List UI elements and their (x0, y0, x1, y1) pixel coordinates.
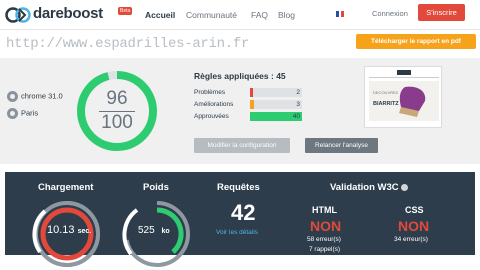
svg-text:DECOUVREZ: DECOUVREZ (373, 90, 399, 95)
score-max: 100 (101, 112, 133, 133)
metrics-panel: Chargement Poids Requêtes Validation W3C… (5, 172, 475, 267)
rule-improvements: Améliorations 3 (194, 100, 302, 110)
modify-config-button[interactable]: Modifier la configuration (194, 138, 290, 153)
location-label: Paris (21, 108, 39, 118)
location-icon (7, 108, 18, 119)
info-icon[interactable] (400, 183, 408, 191)
dareboost-logo[interactable]: dareboost Beta (5, 3, 135, 27)
browser-info: chrome 31.0 (7, 91, 63, 102)
rule-bar: 2 (250, 88, 302, 97)
rule-count: 40 (292, 113, 300, 120)
weight-unit: ko (161, 228, 170, 235)
analyzed-url: http://www.espadrilles-arin.fr (6, 36, 250, 52)
w3c-title-text: Validation W3C (330, 182, 399, 193)
top-header: dareboost Beta Accueil Communauté FAQ Bl… (0, 0, 480, 30)
html-errors[interactable]: 58 erreur(s) (307, 236, 341, 243)
rule-problems: Problèmes 2 (194, 88, 302, 98)
location-info: Paris (7, 108, 38, 119)
html-label: HTML (312, 205, 337, 215)
thumbnail-image: DECOUVREZ BIARRITZ (365, 67, 441, 127)
chrome-icon (7, 91, 18, 102)
connexion-link[interactable]: Connexion (372, 9, 408, 18)
rule-bar: 40 (250, 112, 302, 121)
browser-label: chrome 31.0 (21, 91, 63, 101)
loading-value: 10.13 sec. (47, 224, 91, 236)
download-pdf-button[interactable]: Télécharger le rapport en pdf (356, 34, 476, 49)
rule-bar-fill (250, 88, 253, 97)
nav-communaute[interactable]: Communauté (186, 10, 237, 20)
loading-unit: sec. (77, 228, 92, 235)
nav-accueil[interactable]: Accueil (145, 10, 175, 20)
thumbnail-caption: BIARRITZ (373, 101, 399, 107)
html-warnings[interactable]: 7 rappel(s) (309, 246, 340, 253)
html-status: NON (310, 218, 342, 234)
view-details-link[interactable]: Voir les détails (216, 229, 258, 236)
rule-label: Approuvées (194, 113, 229, 120)
site-thumbnail[interactable]: DECOUVREZ BIARRITZ (364, 66, 442, 128)
weight-number: 525 (138, 225, 155, 236)
rule-label: Problèmes (194, 89, 226, 96)
loading-title: Chargement (38, 182, 94, 193)
relaunch-analysis-button[interactable]: Relancer l'analyse (305, 138, 378, 153)
logo-text: dareboost (33, 5, 103, 22)
rule-bar-fill (250, 100, 254, 109)
rule-count: 2 (296, 89, 300, 96)
loading-number: 10.13 (47, 224, 75, 236)
css-label: CSS (405, 205, 424, 215)
score-value: 96 (106, 88, 128, 109)
signup-button[interactable]: S'inscrire (418, 4, 465, 21)
css-errors[interactable]: 34 erreur(s) (394, 236, 428, 243)
french-flag-icon[interactable] (336, 11, 344, 17)
weight-title: Poids (143, 182, 169, 193)
rule-bar: 3 (250, 100, 302, 109)
score-gauge: 96 100 (74, 68, 160, 154)
weight-value: 525 ko (138, 225, 170, 236)
rule-count: 3 (296, 101, 300, 108)
css-status: NON (398, 218, 430, 234)
w3c-title: Validation W3C (330, 182, 408, 193)
requests-count: 42 (231, 200, 256, 225)
rule-label: Améliorations (194, 101, 234, 108)
nav-blog[interactable]: Blog (278, 10, 295, 20)
logo-icon (5, 7, 31, 23)
beta-badge: Beta (118, 7, 133, 15)
requests-title: Requêtes (217, 182, 260, 193)
nav-faq[interactable]: FAQ (251, 10, 268, 20)
rule-approved: Approuvées 40 (194, 112, 302, 122)
rules-title: Règles appliquées : 45 (194, 71, 286, 81)
summary-panel: chrome 31.0 Paris 96 100 Règles appliqué… (0, 58, 480, 164)
